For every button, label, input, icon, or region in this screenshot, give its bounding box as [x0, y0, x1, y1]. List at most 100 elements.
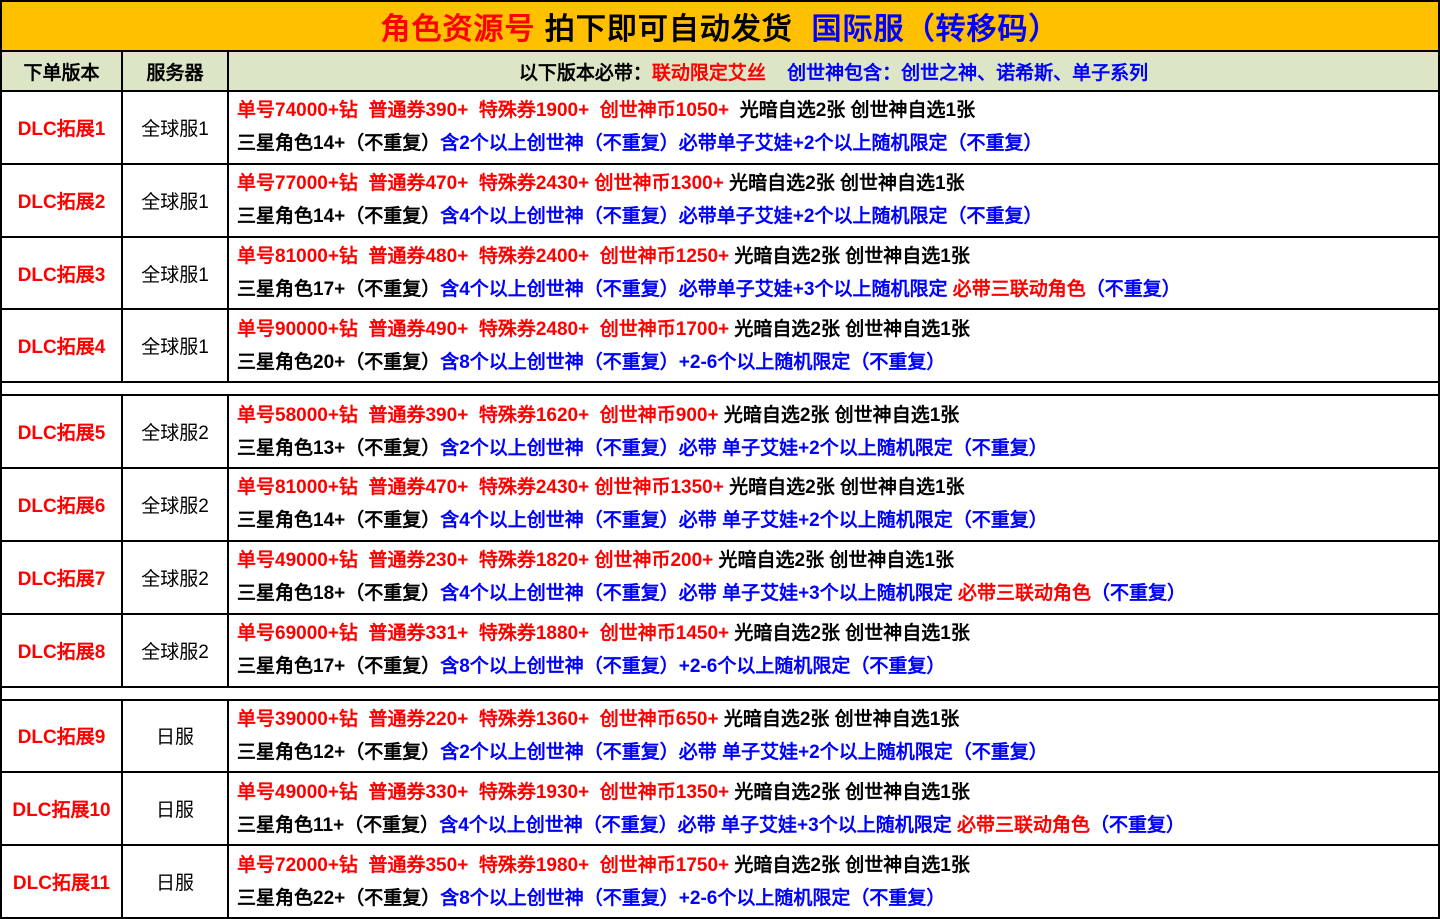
detail-line-2: 三星角色17+（不重复）含8个以上创世神（不重复）+2-6个以上随机限定（不重复… — [237, 650, 1432, 683]
details-cell: 单号77000+钻 普通券470+ 特殊券2430+ 创世神币1300+ 光暗自… — [229, 165, 1438, 236]
text-segment: 光暗自选2张 创世神自选1张 — [724, 477, 965, 498]
table-row: DLC拓展2全球服1单号77000+钻 普通券470+ 特殊券2430+ 创世神… — [2, 165, 1438, 238]
text-segment: 单号39000+钻 普通券220+ 特殊券1360+ 创世神币650+ — [237, 709, 719, 730]
detail-line-1: 单号58000+钻 普通券390+ 特殊券1620+ 创世神币900+ 光暗自选… — [237, 399, 1432, 432]
group-separator — [2, 688, 1438, 701]
server-cell: 全球服1 — [123, 92, 229, 163]
detail-line-2: 三星角色18+（不重复）含4个以上创世神（不重复）必带 单子艾娃+3个以上随机限… — [237, 577, 1432, 610]
version-cell: DLC拓展8 — [2, 615, 123, 686]
text-segment: 三星角色22+（不重复） — [237, 888, 440, 909]
banner-title-red: 角色资源号 — [380, 4, 535, 48]
table-row: DLC拓展8全球服2单号69000+钻 普通券331+ 特殊券1880+ 创世神… — [2, 615, 1438, 688]
text-segment: 三星角色11+（不重复） — [237, 815, 439, 836]
text-segment: 光暗自选2张 创世神自选1张 — [729, 782, 970, 803]
version-cell: DLC拓展7 — [2, 542, 123, 613]
table-row: DLC拓展9日服单号39000+钻 普通券220+ 特殊券1360+ 创世神币6… — [2, 701, 1438, 774]
text-segment: 光暗自选2张 创世神自选1张 — [729, 319, 970, 340]
text-segment: 三星角色14+（不重复） — [237, 133, 440, 154]
detail-line-2: 三星角色12+（不重复）含2个以上创世神（不重复）必带 单子艾娃+2个以上随机限… — [237, 736, 1432, 769]
header-server-label: 服务器 — [123, 52, 229, 90]
text-segment: 单号90000+钻 普通券490+ 特殊券2480+ 创世神币1700+ — [237, 319, 729, 340]
text-segment: 单号77000+钻 普通券470+ 特殊券2430+ 创世神币1300+ — [237, 173, 724, 194]
text-segment: 单号69000+钻 普通券331+ 特殊券1880+ 创世神币1450+ — [237, 623, 729, 644]
detail-line-2: 三星角色22+（不重复）含8个以上创世神（不重复）+2-6个以上随机限定（不重复… — [237, 882, 1432, 915]
table-body: DLC拓展1全球服1单号74000+钻 普通券390+ 特殊券1900+ 创世神… — [2, 92, 1438, 917]
table-row: DLC拓展3全球服1单号81000+钻 普通券480+ 特殊券2400+ 创世神… — [2, 238, 1438, 311]
text-segment: 含8个以上创世神（不重复）+2-6个以上随机限定（不重复） — [440, 888, 945, 909]
text-segment — [766, 60, 787, 82]
server-cell: 全球服2 — [123, 542, 229, 613]
detail-line-2: 三星角色14+（不重复）含4个以上创世神（不重复）必带 单子艾娃+2个以上随机限… — [237, 504, 1432, 537]
text-segment: 三星角色14+（不重复） — [237, 510, 440, 531]
detail-line-1: 单号69000+钻 普通券331+ 特殊券1880+ 创世神币1450+ 光暗自… — [237, 617, 1432, 650]
text-segment: 单号49000+钻 普通券230+ 特殊券1820+ 创世神币200+ — [237, 550, 713, 571]
text-segment: 含4个以上创世神（不重复）必带 单子艾娃+3个以上随机限定 — [440, 583, 958, 604]
version-cell: DLC拓展4 — [2, 310, 123, 381]
text-segment: 必带三联动角色 — [957, 815, 1090, 836]
detail-line-1: 单号72000+钻 普通券350+ 特殊券1980+ 创世神币1750+ 光暗自… — [237, 849, 1432, 882]
table-row: DLC拓展4全球服1单号90000+钻 普通券490+ 特殊券2480+ 创世神… — [2, 310, 1438, 383]
text-segment: 光暗自选2张 创世神自选1张 — [729, 100, 975, 121]
table-row: DLC拓展11日服单号72000+钻 普通券350+ 特殊券1980+ 创世神币… — [2, 846, 1438, 917]
text-segment: 光暗自选2张 创世神自选1张 — [719, 405, 960, 426]
server-cell: 全球服2 — [123, 396, 229, 467]
detail-line-1: 单号77000+钻 普通券470+ 特殊券2430+ 创世神币1300+ 光暗自… — [237, 167, 1432, 200]
text-segment: 以下版本必带： — [519, 58, 652, 85]
text-segment: （不重复） — [1086, 279, 1181, 300]
detail-line-1: 单号90000+钻 普通券490+ 特殊券2480+ 创世神币1700+ 光暗自… — [237, 313, 1432, 346]
text-segment: 含2个以上创世神（不重复）必带 单子艾娃+2个以上随机限定（不重复） — [440, 742, 1048, 763]
header-version-label: 下单版本 — [2, 52, 123, 90]
version-cell: DLC拓展5 — [2, 396, 123, 467]
page: 角色资源号 拍下即可自动发货 国际服（转移码） 下单版本 服务器 以下版本必带：… — [0, 0, 1440, 919]
server-cell: 全球服2 — [123, 615, 229, 686]
text-segment: （不重复） — [1090, 815, 1185, 836]
text-segment: 必带三联动角色 — [958, 583, 1091, 604]
text-segment: 含4个以上创世神（不重复）必带 单子艾娃+3个以上随机限定 — [439, 815, 957, 836]
text-segment: 单号58000+钻 普通券390+ 特殊券1620+ 创世神币900+ — [237, 405, 719, 426]
detail-line-1: 单号49000+钻 普通券330+ 特殊券1930+ 创世神币1350+ 光暗自… — [237, 776, 1432, 809]
detail-line-2: 三星角色14+（不重复）含4个以上创世神（不重复）必带单子艾娃+2个以上随机限定… — [237, 200, 1432, 233]
details-cell: 单号90000+钻 普通券490+ 特殊券2480+ 创世神币1700+ 光暗自… — [229, 310, 1438, 381]
server-cell: 全球服1 — [123, 238, 229, 309]
server-cell: 日服 — [123, 846, 229, 917]
detail-line-2: 三星角色14+（不重复）含2个以上创世神（不重复）必带单子艾娃+2个以上随机限定… — [237, 127, 1432, 160]
details-cell: 单号49000+钻 普通券230+ 特殊券1820+ 创世神币200+ 光暗自选… — [229, 542, 1438, 613]
text-segment: 单号72000+钻 普通券350+ 特殊券1980+ 创世神币1750+ — [237, 855, 729, 876]
detail-line-1: 单号81000+钻 普通券470+ 特殊券2430+ 创世神币1350+ 光暗自… — [237, 471, 1432, 504]
text-segment: 创世神包含：创世之神、诺希斯、单子系列 — [787, 58, 1148, 85]
version-cell: DLC拓展1 — [2, 92, 123, 163]
detail-line-1: 单号49000+钻 普通券230+ 特殊券1820+ 创世神币200+ 光暗自选… — [237, 544, 1432, 577]
text-segment: 联动限定艾丝 — [652, 58, 766, 85]
table-header: 下单版本 服务器 以下版本必带：联动限定艾丝 创世神包含：创世之神、诺希斯、单子… — [2, 52, 1438, 92]
details-cell: 单号81000+钻 普通券480+ 特殊券2400+ 创世神币1250+ 光暗自… — [229, 238, 1438, 309]
details-cell: 单号81000+钻 普通券470+ 特殊券2430+ 创世神币1350+ 光暗自… — [229, 469, 1438, 540]
detail-line-1: 单号74000+钻 普通券390+ 特殊券1900+ 创世神币1050+ 光暗自… — [237, 94, 1432, 127]
text-segment: （不重复） — [1091, 583, 1186, 604]
banner: 角色资源号 拍下即可自动发货 国际服（转移码） — [2, 2, 1438, 52]
text-segment: 单号81000+钻 普通券470+ 特殊券2430+ 创世神币1350+ — [237, 477, 724, 498]
detail-line-2: 三星角色17+（不重复）含4个以上创世神（不重复）必带单子艾娃+3个以上随机限定… — [237, 273, 1432, 306]
text-segment: 含2个以上创世神（不重复）必带 单子艾娃+2个以上随机限定（不重复） — [440, 438, 1048, 459]
table-row: DLC拓展10日服单号49000+钻 普通券330+ 特殊券1930+ 创世神币… — [2, 773, 1438, 846]
text-segment: 单号49000+钻 普通券330+ 特殊券1930+ 创世神币1350+ — [237, 782, 729, 803]
text-segment: 单号81000+钻 普通券480+ 特殊券2400+ 创世神币1250+ — [237, 246, 729, 267]
version-cell: DLC拓展3 — [2, 238, 123, 309]
text-segment: 三星角色20+（不重复） — [237, 352, 440, 373]
table-row: DLC拓展6全球服2单号81000+钻 普通券470+ 特殊券2430+ 创世神… — [2, 469, 1438, 542]
text-segment: 含8个以上创世神（不重复）+2-6个以上随机限定（不重复） — [440, 352, 945, 373]
text-segment: 光暗自选2张 创世神自选1张 — [729, 623, 970, 644]
text-segment: 必带三联动角色 — [953, 279, 1086, 300]
text-segment: 三星角色12+（不重复） — [237, 742, 440, 763]
details-cell: 单号74000+钻 普通券390+ 特殊券1900+ 创世神币1050+ 光暗自… — [229, 92, 1438, 163]
text-segment: 含2个以上创世神（不重复）必带单子艾娃+2个以上随机限定（不重复） — [440, 133, 1042, 154]
table-row: DLC拓展7全球服2单号49000+钻 普通券230+ 特殊券1820+ 创世神… — [2, 542, 1438, 615]
text-segment: 三星角色13+（不重复） — [237, 438, 440, 459]
details-cell: 单号49000+钻 普通券330+ 特殊券1930+ 创世神币1350+ 光暗自… — [229, 773, 1438, 844]
detail-line-2: 三星角色20+（不重复）含8个以上创世神（不重复）+2-6个以上随机限定（不重复… — [237, 346, 1432, 379]
text-segment: 三星角色17+（不重复） — [237, 279, 440, 300]
table-row: DLC拓展1全球服1单号74000+钻 普通券390+ 特殊券1900+ 创世神… — [2, 92, 1438, 165]
details-cell: 单号69000+钻 普通券331+ 特殊券1880+ 创世神币1450+ 光暗自… — [229, 615, 1438, 686]
server-cell: 日服 — [123, 701, 229, 772]
table-row: DLC拓展5全球服2单号58000+钻 普通券390+ 特殊券1620+ 创世神… — [2, 396, 1438, 469]
text-segment: 含8个以上创世神（不重复）+2-6个以上随机限定（不重复） — [440, 656, 945, 677]
